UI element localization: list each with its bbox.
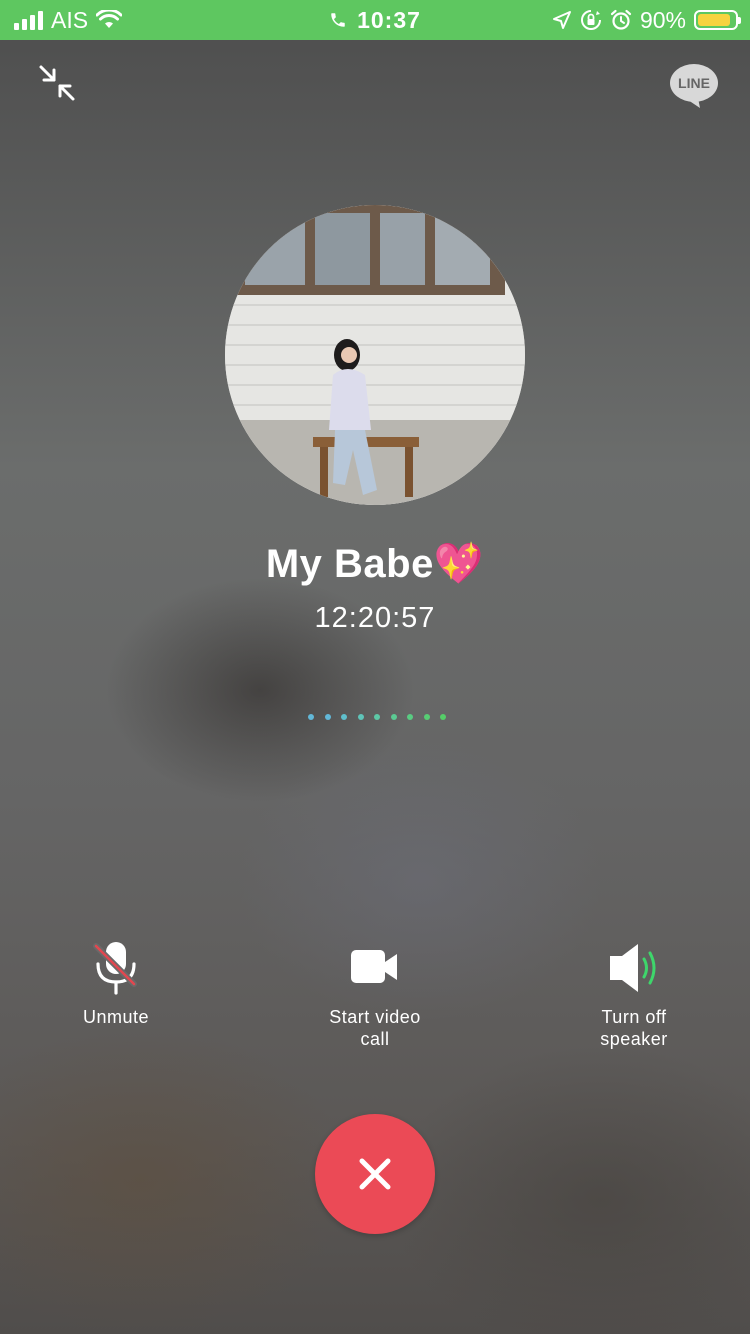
phone-icon <box>331 13 345 27</box>
call-activity-indicator <box>308 714 446 720</box>
contact-avatar <box>225 205 525 505</box>
location-icon <box>552 11 571 29</box>
line-logo-icon: LINE <box>670 64 718 108</box>
activity-dot <box>357 714 364 720</box>
activity-dot <box>423 714 430 720</box>
battery-fill <box>698 14 731 26</box>
contact-name: My Babe💖 <box>265 542 485 586</box>
activity-dot <box>308 714 314 720</box>
video-call-button[interactable]: Start video call <box>275 940 475 1050</box>
rotation-lock-icon <box>580 10 601 30</box>
call-duration: 12:20:57 <box>314 602 436 634</box>
video-call-label: Start video call <box>329 1007 421 1049</box>
close-icon <box>359 1158 391 1190</box>
alarm-icon <box>610 9 632 30</box>
avatar-photo <box>225 205 525 505</box>
battery-percent: 90% <box>639 6 686 33</box>
speaker-label: Turn off speaker <box>600 1007 668 1049</box>
battery-icon <box>694 10 741 30</box>
speaker-on-icon <box>610 944 656 992</box>
activity-dot <box>407 714 413 720</box>
microphone-off-icon <box>93 942 137 995</box>
mute-button[interactable]: Unmute <box>16 940 216 1028</box>
end-call-button[interactable] <box>315 1114 435 1234</box>
activity-dot <box>374 714 380 720</box>
activity-dot <box>440 714 446 720</box>
activity-dot <box>390 714 397 720</box>
video-camera-icon <box>351 950 397 983</box>
status-time: 10:37 <box>357 6 421 33</box>
activity-dot <box>341 714 347 720</box>
status-bar: AIS 10:37 90% <box>0 0 750 40</box>
minimize-icon[interactable] <box>38 64 76 102</box>
mute-label: Unmute <box>82 1007 150 1027</box>
speaker-button[interactable]: Turn off speaker <box>534 940 734 1050</box>
line-logo-text: LINE <box>678 75 710 91</box>
activity-dot <box>324 714 331 720</box>
